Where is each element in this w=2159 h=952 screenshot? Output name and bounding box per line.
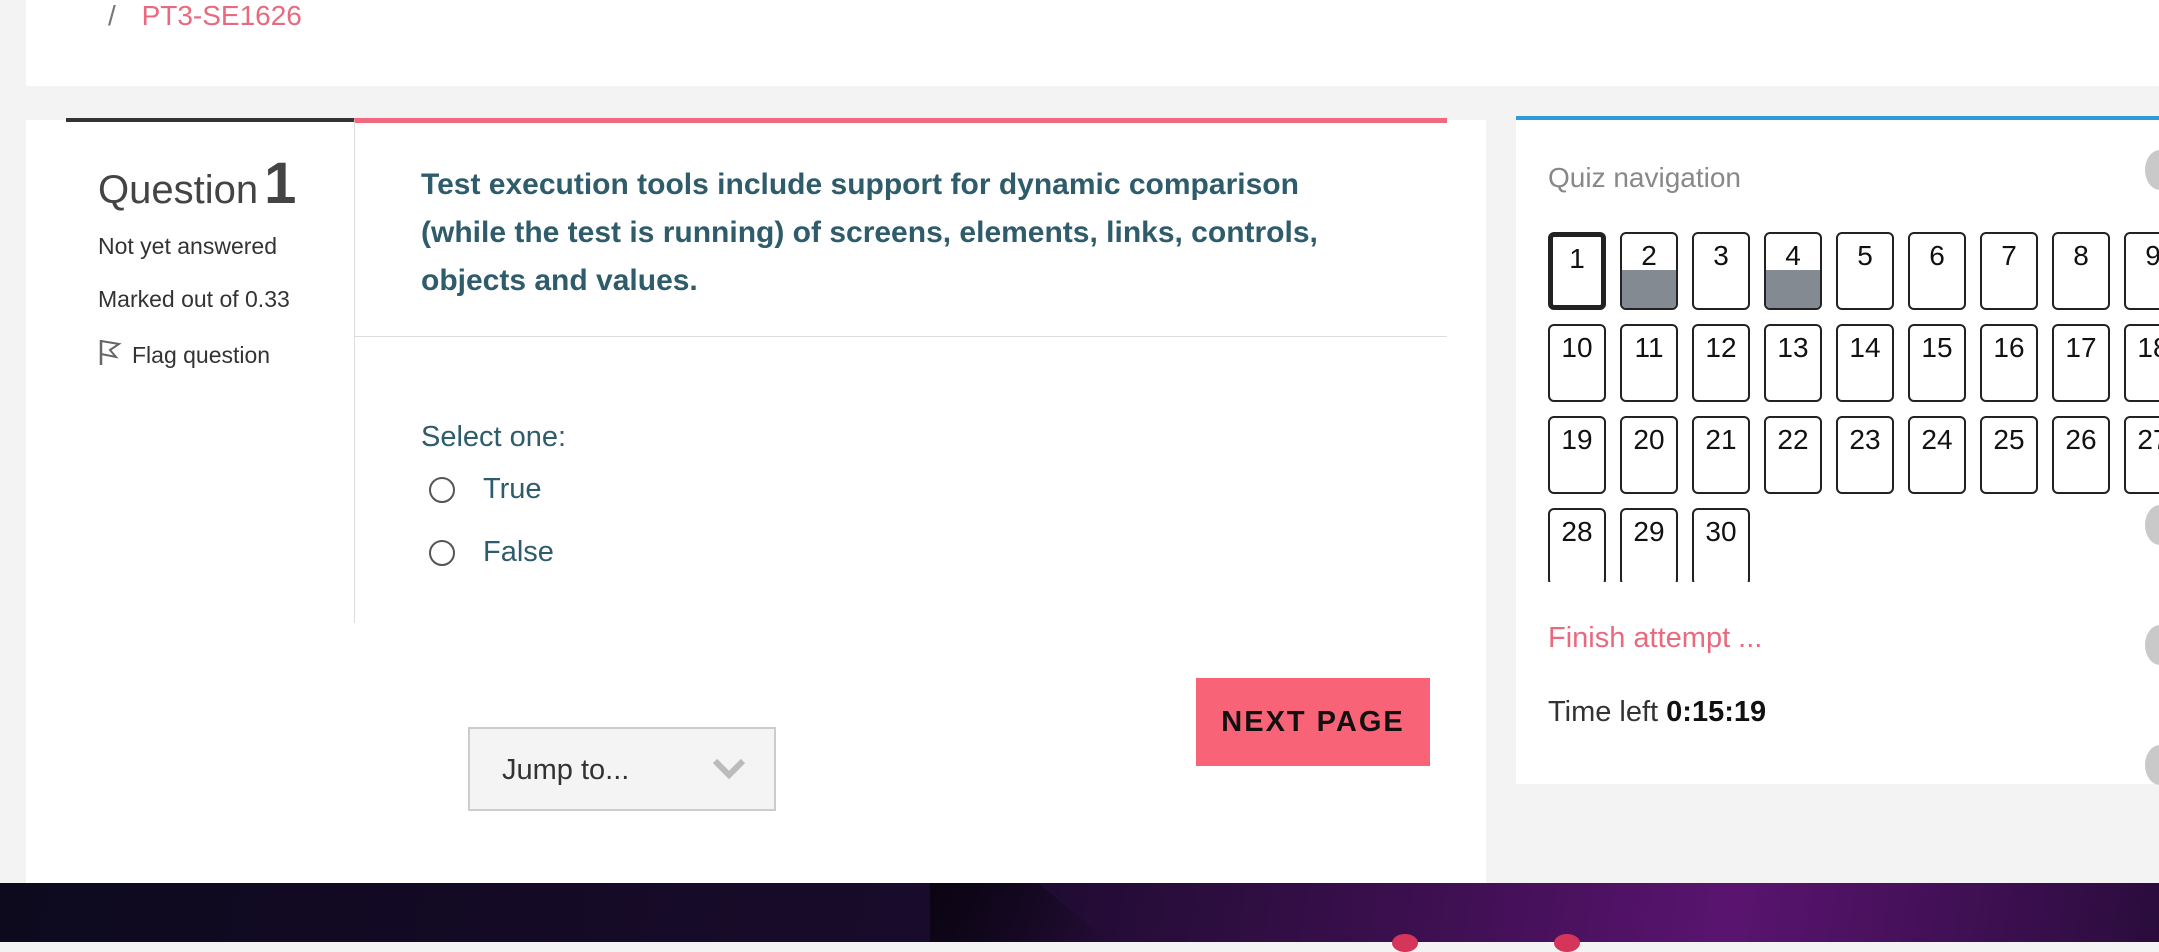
quiz-nav-button-2[interactable]: 2 [1620, 232, 1678, 310]
quiz-nav-button-15[interactable]: 15 [1908, 324, 1966, 402]
select-one-label: Select one: [421, 421, 567, 453]
quiz-nav-button-28[interactable]: 28 [1548, 508, 1606, 582]
quiz-nav-button-4[interactable]: 4 [1764, 232, 1822, 310]
quiz-nav-number: 30 [1705, 516, 1737, 547]
flag-question-label: Flag question [132, 341, 271, 368]
time-left-label: Time left [1548, 696, 1659, 728]
answer-option-true[interactable]: True [429, 473, 542, 506]
quiz-nav-number: 25 [1993, 424, 2025, 455]
quiz-nav-button-20[interactable]: 20 [1620, 416, 1678, 494]
quiz-nav-number: 1 [1569, 243, 1585, 274]
quiz-nav-button-29[interactable]: 29 [1620, 508, 1678, 582]
quiz-nav-button-8[interactable]: 8 [2052, 232, 2110, 310]
quiz-nav-number: 4 [1785, 240, 1801, 271]
breadcrumb-separator: / [108, 0, 116, 31]
quiz-navigation-panel: Quiz navigation 123456789101112131415161… [1516, 116, 2159, 784]
quiz-nav-button-21[interactable]: 21 [1692, 416, 1750, 494]
quiz-nav-button-14[interactable]: 14 [1836, 324, 1894, 402]
quiz-nav-button-13[interactable]: 13 [1764, 324, 1822, 402]
question-marks: Marked out of 0.33 [98, 286, 290, 312]
quiz-nav-number: 18 [2137, 332, 2159, 363]
quiz-nav-number: 8 [2073, 240, 2089, 271]
quiz-nav-number: 23 [1849, 424, 1881, 455]
quiz-nav-button-27[interactable]: 27 [2124, 416, 2159, 494]
question-status: Not yet answered [98, 233, 277, 259]
quiz-nav-number: 6 [1929, 240, 1945, 271]
quiz-nav-button-6[interactable]: 6 [1908, 232, 1966, 310]
quiz-nav-number: 3 [1713, 240, 1729, 271]
quiz-nav-number: 22 [1777, 424, 1809, 455]
flag-icon [98, 338, 122, 372]
quiz-nav-number: 12 [1705, 332, 1737, 363]
quiz-nav-number: 27 [2137, 424, 2159, 455]
quiz-nav-button-10[interactable]: 10 [1548, 324, 1606, 402]
taskbar-icon[interactable] [1392, 934, 1418, 952]
question-text: Test execution tools include support for… [421, 168, 1318, 297]
quiz-nav-number: 2 [1641, 240, 1657, 271]
quiz-nav-number: 9 [2126, 240, 2159, 272]
quiz-nav-number: 10 [1561, 332, 1593, 363]
time-left: Time left 0:15:19 [1548, 696, 1766, 729]
next-page-button[interactable]: NEXT PAGE [1196, 678, 1430, 766]
quiz-navigation-title: Quiz navigation [1548, 162, 1742, 193]
quiz-nav-number: 7 [2001, 240, 2017, 271]
quiz-nav-number: 15 [1921, 332, 1953, 363]
flag-question-button[interactable]: Flag question [98, 338, 270, 372]
radio-true[interactable] [429, 476, 455, 503]
quiz-nav-button-12[interactable]: 12 [1692, 324, 1750, 402]
quiz-nav-number: 26 [2065, 424, 2097, 455]
quiz-nav-button-22[interactable]: 22 [1764, 416, 1822, 494]
quiz-nav-button-1[interactable]: 1 [1548, 232, 1606, 310]
breadcrumb: / PT3-SE1626 [108, 0, 302, 32]
quiz-nav-button-30[interactable]: 30 [1692, 508, 1750, 582]
question-number: 1 [264, 151, 297, 216]
quiz-nav-button-5[interactable]: 5 [1836, 232, 1894, 310]
quiz-nav-button-26[interactable]: 26 [2052, 416, 2110, 494]
taskbar-icon[interactable] [1554, 934, 1580, 952]
jump-to-select[interactable]: Jump to... [468, 727, 776, 811]
quiz-nav-number: 13 [1777, 332, 1809, 363]
quiz-nav-button-3[interactable]: 3 [1692, 232, 1750, 310]
quiz-nav-button-24[interactable]: 24 [1908, 416, 1966, 494]
quiz-nav-button-16[interactable]: 16 [1980, 324, 2038, 402]
quiz-nav-number: 29 [1633, 516, 1665, 547]
answered-indicator [1622, 270, 1676, 308]
answer-option-false[interactable]: False [429, 536, 554, 569]
quiz-nav-number: 5 [1857, 240, 1873, 271]
finish-attempt-link[interactable]: Finish attempt ... [1548, 622, 1762, 655]
quiz-nav-number: 20 [1633, 424, 1665, 455]
quiz-nav-number: 14 [1849, 332, 1881, 363]
quiz-nav-button-23[interactable]: 23 [1836, 416, 1894, 494]
taskbar-decoration [930, 883, 1110, 942]
answered-indicator [1766, 270, 1820, 308]
breadcrumb-card: / PT3-SE1626 [26, 0, 2159, 86]
answer-option-label: False [483, 536, 554, 568]
quiz-nav-number: 21 [1705, 424, 1737, 455]
quiz-nav-number: 19 [1561, 424, 1593, 455]
time-left-value: 0:15:19 [1666, 696, 1767, 728]
quiz-navigation-grid: 1234567891011121314151617181920212223242… [1548, 232, 2159, 582]
radio-false[interactable] [429, 539, 455, 566]
quiz-nav-number: 17 [2065, 332, 2097, 363]
quiz-nav-button-17[interactable]: 17 [2052, 324, 2110, 402]
quiz-nav-button-7[interactable]: 7 [1980, 232, 2038, 310]
quiz-nav-number: 24 [1921, 424, 1953, 455]
quiz-nav-button-19[interactable]: 19 [1548, 416, 1606, 494]
quiz-nav-button-25[interactable]: 25 [1980, 416, 2038, 494]
quiz-nav-number: 11 [1634, 332, 1664, 363]
quiz-nav-button-18[interactable]: 18 [2124, 324, 2159, 402]
quiz-nav-button-9[interactable]: 9 [2124, 232, 2159, 310]
desktop-taskbar [0, 883, 2159, 952]
divider [355, 336, 1447, 337]
question-title: Question 1 [98, 150, 296, 217]
question-label: Question [98, 168, 259, 212]
chevron-down-icon [712, 755, 746, 788]
quiz-nav-number: 16 [1993, 332, 2025, 363]
quiz-nav-button-11[interactable]: 11 [1620, 324, 1678, 402]
question-content: Test execution tools include support for… [354, 118, 1447, 623]
answer-option-label: True [483, 473, 542, 505]
quiz-nav-number: 28 [1561, 516, 1593, 547]
breadcrumb-link-course[interactable]: PT3-SE1626 [142, 0, 302, 31]
jump-to-label: Jump to... [502, 754, 630, 786]
